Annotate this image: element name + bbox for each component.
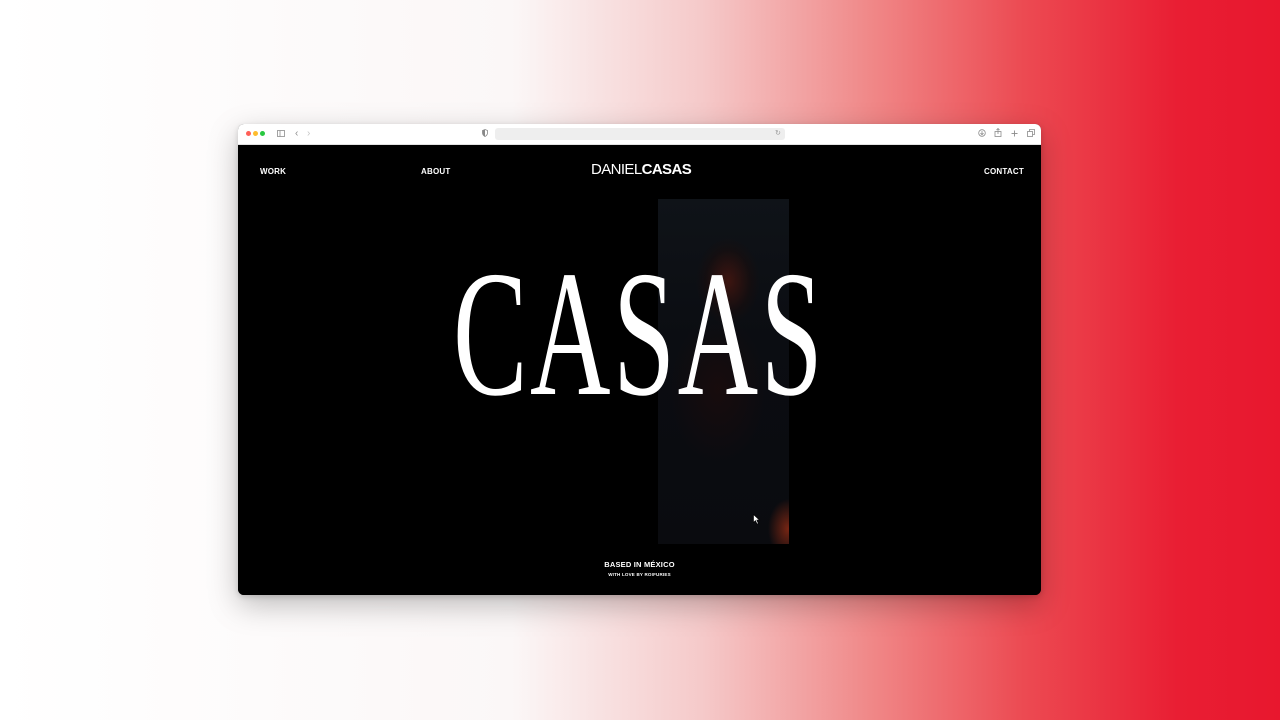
browser-toolbar: ‹ › ↻ <box>238 124 1041 145</box>
new-tab-icon[interactable] <box>1011 130 1018 137</box>
website-page: WORK ABOUT DANIELCASAS CONTACT CASAS BAS… <box>238 145 1041 595</box>
nav-contact-link[interactable]: CONTACT <box>984 167 1024 176</box>
logo-first-name: DANIEL <box>591 161 642 178</box>
tabs-icon[interactable] <box>1027 129 1035 137</box>
browser-window: ‹ › ↻ WORK ABOUT DANIELCASAS CONTACT CAS… <box>238 124 1041 595</box>
forward-icon[interactable]: › <box>307 129 310 139</box>
nav-work-link[interactable]: WORK <box>260 167 286 176</box>
reload-icon[interactable]: ↻ <box>775 129 781 139</box>
share-icon[interactable] <box>994 128 1002 137</box>
mouse-cursor-icon <box>753 514 761 525</box>
nav-about-link[interactable]: ABOUT <box>421 167 450 176</box>
sidebar-icon[interactable] <box>277 130 285 137</box>
hero-title: CASAS <box>453 234 826 433</box>
close-window-button[interactable] <box>246 131 251 136</box>
hero-title-container: CASAS <box>238 239 1041 499</box>
back-icon[interactable]: ‹ <box>295 129 298 139</box>
location-text: BASED IN MÉXICO <box>604 560 675 569</box>
address-bar[interactable] <box>495 128 785 140</box>
shield-icon <box>482 129 488 137</box>
credit-text[interactable]: WITH LOVE BY ROIFURIES <box>238 572 1041 577</box>
logo-last-name: CASAS <box>641 161 692 178</box>
minimize-window-button[interactable] <box>253 131 258 136</box>
site-logo[interactable]: DANIELCASAS <box>591 161 692 178</box>
zoom-window-button[interactable] <box>260 131 265 136</box>
download-icon[interactable] <box>978 129 986 137</box>
